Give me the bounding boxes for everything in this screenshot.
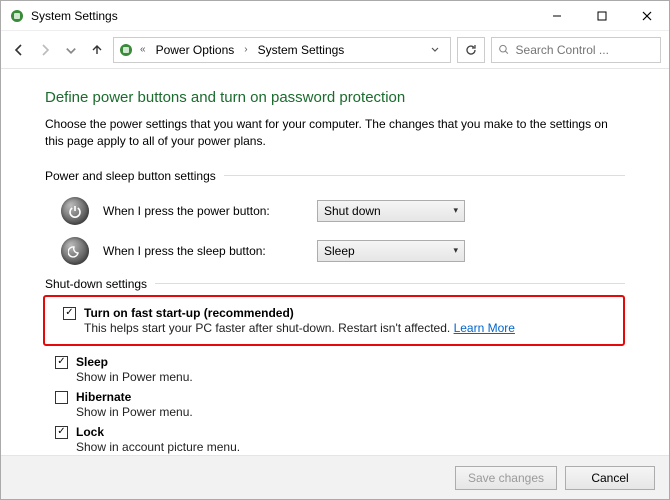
fast-startup-label: Turn on fast start-up (recommended) [84, 306, 515, 320]
power-button-row: When I press the power button: Shut down… [61, 197, 625, 225]
minimize-button[interactable] [534, 1, 579, 31]
sleep-icon [61, 237, 89, 265]
page-title: Define power buttons and turn on passwor… [45, 89, 625, 106]
fast-startup-checkbox[interactable]: ✓ [63, 307, 76, 320]
fast-startup-highlight: ✓ Turn on fast start-up (recommended) Th… [43, 295, 625, 346]
chevron-down-icon: ▾ [453, 205, 458, 216]
refresh-button[interactable] [457, 37, 485, 63]
footer: Save changes Cancel [1, 455, 669, 499]
save-changes-button[interactable]: Save changes [455, 466, 557, 490]
maximize-button[interactable] [579, 1, 624, 31]
learn-more-link[interactable]: Learn More [454, 321, 515, 335]
power-button-select[interactable]: Shut down ▾ [317, 200, 465, 222]
up-button[interactable] [87, 40, 107, 60]
power-button-label: When I press the power button: [103, 204, 303, 218]
search-box[interactable] [491, 37, 661, 63]
breadcrumb-sep: « [138, 44, 148, 55]
chevron-down-icon: ▾ [453, 245, 458, 256]
sleep-button-row: When I press the sleep button: Sleep ▾ [61, 237, 625, 265]
back-button[interactable] [9, 40, 29, 60]
content-area: Define power buttons and turn on passwor… [1, 69, 669, 455]
window-title: System Settings [31, 9, 118, 23]
app-icon [9, 8, 25, 24]
power-button-value: Shut down [324, 204, 381, 218]
search-icon [498, 43, 510, 56]
page-intro: Choose the power settings that you want … [45, 116, 625, 151]
cancel-button[interactable]: Cancel [565, 466, 655, 490]
sleep-button-label: When I press the sleep button: [103, 244, 303, 258]
section-shutdown-label: Shut-down settings [45, 277, 147, 291]
lock-option-label: Lock [76, 425, 240, 439]
chevron-right-icon: › [242, 44, 249, 55]
hibernate-option-row: Hibernate Show in Power menu. [55, 387, 625, 422]
fast-startup-row: ✓ Turn on fast start-up (recommended) Th… [63, 303, 615, 338]
forward-button[interactable] [35, 40, 55, 60]
sleep-option-row: ✓ Sleep Show in Power menu. [55, 352, 625, 387]
fast-startup-desc: This helps start your PC faster after sh… [84, 321, 515, 335]
hibernate-option-desc: Show in Power menu. [76, 405, 193, 419]
nav-toolbar: « Power Options › System Settings [1, 31, 669, 69]
sleep-checkbox[interactable]: ✓ [55, 356, 68, 369]
power-icon [61, 197, 89, 225]
section-power-sleep: Power and sleep button settings [45, 169, 625, 183]
hibernate-option-label: Hibernate [76, 390, 193, 404]
recent-dropdown[interactable] [61, 40, 81, 60]
title-bar: System Settings [1, 1, 669, 31]
breadcrumb-item-system-settings[interactable]: System Settings [254, 41, 349, 59]
breadcrumb-dropdown[interactable] [424, 43, 446, 57]
sleep-option-desc: Show in Power menu. [76, 370, 193, 384]
lock-option-desc: Show in account picture menu. [76, 440, 240, 454]
breadcrumb-item-power-options[interactable]: Power Options [152, 41, 239, 59]
divider [155, 283, 625, 284]
sleep-option-label: Sleep [76, 355, 193, 369]
lock-option-row: ✓ Lock Show in account picture menu. [55, 422, 625, 455]
sleep-button-select[interactable]: Sleep ▾ [317, 240, 465, 262]
control-panel-icon [118, 42, 134, 58]
close-button[interactable] [624, 1, 669, 31]
breadcrumb[interactable]: « Power Options › System Settings [113, 37, 451, 63]
divider [224, 175, 625, 176]
lock-checkbox[interactable]: ✓ [55, 426, 68, 439]
hibernate-checkbox[interactable] [55, 391, 68, 404]
search-input[interactable] [516, 43, 654, 57]
section-shutdown: Shut-down settings [45, 277, 625, 291]
section-power-sleep-label: Power and sleep button settings [45, 169, 216, 183]
sleep-button-value: Sleep [324, 244, 355, 258]
